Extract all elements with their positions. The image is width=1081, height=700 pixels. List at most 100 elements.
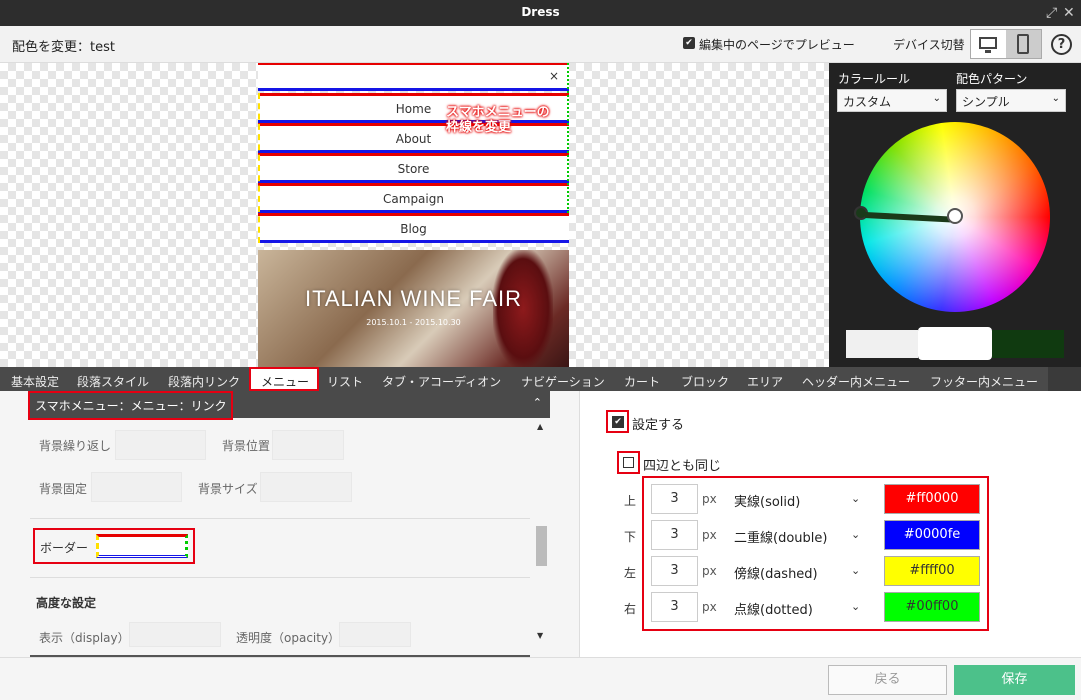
title-bar: Dress ⤢ ✕ — [0, 0, 1081, 26]
tab-menu[interactable]: メニュー — [261, 373, 309, 390]
menu-header: × — [258, 63, 569, 91]
save-button[interactable]: 保存 — [954, 665, 1075, 695]
nav-item-blog[interactable]: Blog — [258, 213, 569, 243]
device-label: デバイス切替 — [893, 38, 965, 52]
help-icon[interactable]: ? — [1051, 34, 1072, 55]
border-style-select-left[interactable]: 傍線(dashed) — [734, 563, 818, 582]
tab-block[interactable]: ブロック — [681, 373, 729, 390]
bg-repeat-label: 背景繰り返し — [39, 439, 112, 453]
monitor-icon — [979, 37, 997, 49]
tab-header-menu[interactable]: ヘッダー内メニュー — [802, 373, 910, 390]
tab-paragraph-link[interactable]: 段落内リンク — [168, 373, 240, 390]
desktop-button[interactable] — [971, 30, 1006, 58]
bg-repeat-input[interactable] — [115, 430, 206, 460]
color-rule-label: カラールール — [838, 72, 911, 86]
side-label-top: 上 — [624, 494, 637, 508]
swatch-1[interactable] — [846, 330, 918, 358]
chevron-down-icon[interactable]: ⌄ — [851, 492, 860, 505]
page-title: 配色を変更：test — [12, 40, 115, 55]
right-border-marker — [567, 63, 569, 213]
display-input[interactable] — [129, 622, 221, 647]
side-label-bottom: 下 — [624, 530, 637, 544]
expand-icon[interactable]: ⤢ — [1046, 5, 1057, 21]
border-color-button-bottom[interactable]: #0000fe — [884, 520, 980, 550]
preview-checkbox[interactable]: ✔ — [683, 37, 695, 49]
divider — [30, 518, 530, 519]
nav-item-store[interactable]: Store — [258, 153, 569, 183]
bg-size-label: 背景サイズ — [198, 482, 258, 496]
border-width-input-right[interactable]: 3 — [651, 592, 698, 622]
bg-position-input[interactable] — [272, 430, 344, 460]
chevron-down-icon[interactable]: ⌄ — [851, 600, 860, 613]
border-width-input-top[interactable]: 3 — [651, 484, 698, 514]
border-preview[interactable] — [96, 534, 188, 558]
border-width-input-bottom[interactable]: 3 — [651, 520, 698, 550]
tab-footer-menu[interactable]: フッター内メニュー — [930, 373, 1038, 390]
color-rule-select[interactable]: カスタム ⌄ — [837, 89, 947, 112]
tab-paragraph-style[interactable]: 段落スタイル — [77, 373, 149, 390]
menu-close-icon[interactable]: × — [549, 69, 559, 83]
mobile-preview: × Home About Store Campaign Blog スマホメニュー… — [258, 63, 569, 367]
chevron-down-icon[interactable]: ⌄ — [851, 564, 860, 577]
border-color-button-left[interactable]: #ffff00 — [884, 556, 980, 586]
border-color-button-top[interactable]: #ff0000 — [884, 484, 980, 514]
border-style-select-top[interactable]: 実線(solid) — [734, 491, 800, 510]
annotation: スマホメニューの 枠線を変更 — [446, 105, 550, 135]
border-label: ボーダー — [40, 541, 89, 555]
scroll-thumb[interactable] — [536, 526, 547, 566]
wheel-center-handle[interactable] — [947, 208, 963, 224]
close-icon[interactable]: ✕ — [1063, 5, 1075, 21]
unit-label: px — [702, 600, 717, 614]
back-button[interactable]: 戻る — [828, 665, 947, 695]
bg-position-label: 背景位置 — [222, 439, 271, 453]
side-label-right: 右 — [624, 602, 637, 616]
header-bar: 配色を変更：test ✔ 編集中のページでプレビュー デバイス切替 ? — [0, 26, 1081, 63]
border-color-button-right[interactable]: #00ff00 — [884, 592, 980, 622]
color-pattern-label: 配色パターン — [956, 72, 1028, 86]
nav-item-campaign[interactable]: Campaign — [258, 183, 569, 213]
border-style-select-right[interactable]: 点線(dotted) — [734, 599, 813, 618]
tabs: 基本設定 段落スタイル 段落内リンク メニュー リスト タブ・アコーディオン ナビゲーション… — [0, 367, 1048, 391]
swatch-2[interactable] — [918, 327, 992, 360]
swatch-3[interactable] — [992, 330, 1064, 358]
bg-size-input[interactable] — [260, 472, 352, 502]
scroll-up-icon[interactable]: ▲ — [537, 422, 543, 431]
same-checkbox[interactable] — [623, 457, 634, 468]
same-label: 四辺とも同じ — [643, 459, 722, 474]
scrollbar[interactable]: ▲ ▼ — [534, 418, 550, 657]
enable-checkbox[interactable]: ✔ — [612, 416, 624, 428]
border-width-input-left[interactable]: 3 — [651, 556, 698, 586]
color-pattern-select[interactable]: シンプル ⌄ — [956, 89, 1066, 112]
border-style-select-bottom[interactable]: 二重線(double) — [734, 527, 827, 546]
unit-label: px — [702, 528, 717, 542]
left-border-marker — [258, 93, 260, 243]
preview-area: × Home About Store Campaign Blog スマホメニュー… — [0, 63, 829, 367]
preview-label: 編集中のページでプレビュー — [699, 38, 855, 52]
window-title: Dress — [521, 5, 560, 19]
tab-area[interactable]: エリア — [747, 373, 783, 390]
mobile-button[interactable] — [1006, 30, 1041, 58]
tab-cart[interactable]: カート — [624, 373, 660, 390]
banner-image: ITALIAN WINE FAIR 2015.10.1 - 2015.10.30 — [258, 250, 569, 367]
opacity-label: 透明度（opacity） — [236, 631, 341, 645]
advanced-title: 高度な設定 — [36, 596, 97, 610]
opacity-input[interactable] — [339, 622, 411, 647]
banner-title: ITALIAN WINE FAIR — [304, 286, 523, 311]
display-label: 表示（display） — [39, 631, 130, 645]
color-panel: カラールール 配色パターン カスタム ⌄ シンプル ⌄ — [829, 63, 1081, 367]
chevron-down-icon[interactable]: ⌄ — [851, 528, 860, 541]
device-switch — [970, 29, 1042, 59]
chevron-up-icon[interactable]: ⌃ — [533, 396, 542, 409]
tab-navigation[interactable]: ナビゲーション — [521, 373, 605, 390]
bg-fixed-label: 背景固定 — [39, 482, 88, 496]
unit-label: px — [702, 492, 717, 506]
chevron-down-icon: ⌄ — [1051, 93, 1060, 104]
tab-tab-accordion[interactable]: タブ・アコーディオン — [382, 373, 501, 390]
unit-label: px — [702, 564, 717, 578]
banner-date: 2015.10.1 - 2015.10.30 — [366, 318, 461, 327]
bg-fixed-input[interactable] — [91, 472, 182, 502]
color-wheel[interactable] — [854, 122, 1050, 312]
tab-basic[interactable]: 基本設定 — [11, 373, 59, 390]
scroll-down-icon[interactable]: ▼ — [537, 631, 543, 640]
tab-list[interactable]: リスト — [327, 373, 363, 390]
